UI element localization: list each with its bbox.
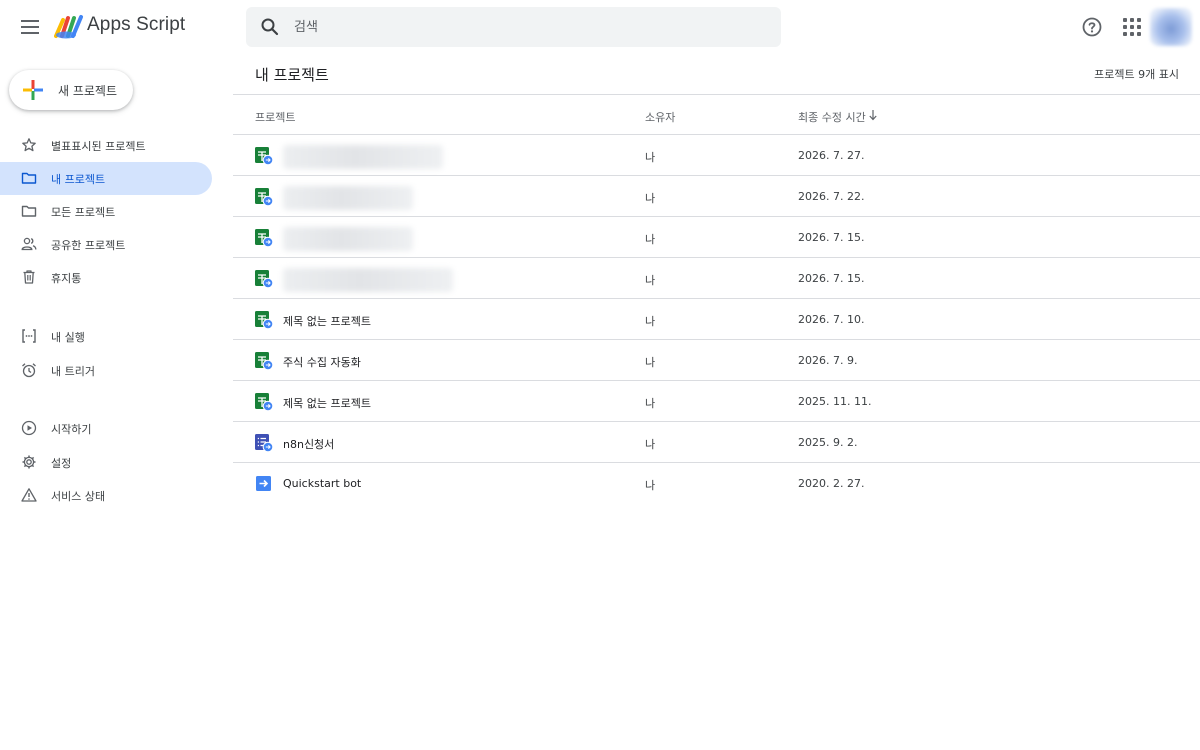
column-header-owner[interactable]: 소유자	[645, 109, 675, 125]
sheets-script-icon	[255, 147, 273, 165]
owner-cell: 나	[645, 397, 656, 410]
redacted-project-name	[283, 227, 413, 251]
modified-date-cell: 2026. 7. 9.	[798, 354, 858, 367]
people-icon	[21, 237, 37, 251]
search-icon[interactable]	[260, 17, 280, 37]
sidebar-item-starred[interactable]: 별표표시된 프로젝트	[0, 129, 212, 162]
page-title: 내 프로젝트	[255, 66, 329, 84]
project-name[interactable]: n8n신청서	[283, 436, 334, 452]
sidebar-item-settings[interactable]: 설정	[0, 446, 212, 479]
owner-cell: 나	[645, 356, 656, 369]
sheets-script-icon	[255, 311, 273, 329]
sidebar-item-triggers[interactable]: 내 트리거	[0, 354, 212, 387]
project-name[interactable]: 제목 없는 프로젝트	[283, 313, 371, 329]
table-row[interactable]: 제목 없는 프로젝트 나 2025. 11. 11.	[233, 381, 1200, 422]
sidebar-item-label: 모든 프로젝트	[51, 206, 116, 219]
modified-date-cell: 2026. 7. 10.	[798, 313, 865, 326]
sheets-script-icon	[255, 352, 273, 370]
play-circle-icon	[21, 420, 37, 436]
sidebar-item-label: 내 실행	[51, 331, 85, 344]
modified-date-cell: 2026. 7. 22.	[798, 190, 865, 203]
sheets-script-icon	[255, 229, 273, 247]
table-row[interactable]: 나 2026. 7. 27.	[233, 135, 1200, 176]
modified-date-cell: 2026. 7. 15.	[798, 231, 865, 244]
modified-date-cell: 2020. 2. 27.	[798, 477, 865, 490]
sidebar-item-trash[interactable]: 휴지통	[0, 261, 212, 294]
column-header-project[interactable]: 프로젝트	[255, 109, 295, 125]
sidebar-item-label: 시작하기	[51, 423, 92, 436]
sidebar-item-my-projects[interactable]: 내 프로젝트	[0, 162, 212, 195]
table-header: 프로젝트 소유자 최종 수정 시간	[233, 94, 1200, 135]
modified-date-cell: 2026. 7. 27.	[798, 149, 865, 162]
search-bar[interactable]	[246, 7, 781, 47]
new-project-button[interactable]: 새 프로젝트	[9, 70, 133, 110]
gear-icon	[22, 455, 36, 469]
owner-cell: 나	[645, 479, 656, 492]
table-row[interactable]: Quickstart bot 나 2020. 2. 27.	[233, 463, 1200, 504]
search-input[interactable]	[294, 7, 764, 47]
trash-icon	[23, 270, 35, 284]
table-row[interactable]: 나 2026. 7. 15.	[233, 258, 1200, 299]
standalone-script-icon	[256, 476, 271, 491]
project-name[interactable]: 주식 수집 자동화	[283, 354, 361, 370]
redacted-project-name	[283, 145, 443, 169]
table-row[interactable]: n8n신청서 나 2025. 9. 2.	[233, 422, 1200, 463]
star-icon	[22, 138, 36, 152]
app-title[interactable]: Apps Script	[87, 14, 185, 36]
top-bar: Apps Script	[0, 0, 1200, 54]
modified-date-cell: 2025. 9. 2.	[798, 436, 858, 449]
account-avatar[interactable]	[1150, 8, 1192, 46]
sort-arrow-down-icon[interactable]	[868, 109, 878, 121]
table-row[interactable]: 주식 수집 자동화 나 2026. 7. 9.	[233, 340, 1200, 381]
column-header-modified[interactable]: 최종 수정 시간	[798, 109, 866, 125]
table-row[interactable]: 나 2026. 7. 22.	[233, 176, 1200, 217]
main-menu-button[interactable]	[18, 15, 42, 39]
sidebar-item-service-status[interactable]: 서비스 상태	[0, 479, 212, 512]
table-row[interactable]: 나 2026. 7. 15.	[233, 217, 1200, 258]
apps-script-logo-icon[interactable]	[54, 14, 84, 40]
owner-cell: 나	[645, 151, 656, 164]
google-apps-icon[interactable]	[1121, 16, 1143, 38]
alarm-icon	[22, 363, 36, 378]
owner-cell: 나	[645, 315, 656, 328]
sidebar-item-label: 내 트리거	[51, 365, 95, 378]
warning-icon	[21, 488, 37, 502]
modified-date-cell: 2026. 7. 15.	[798, 272, 865, 285]
new-project-label: 새 프로젝트	[58, 84, 118, 98]
table-row[interactable]: 제목 없는 프로젝트 나 2026. 7. 10.	[233, 299, 1200, 340]
sheets-script-icon	[255, 270, 273, 288]
owner-cell: 나	[645, 274, 656, 287]
folder-icon	[21, 172, 37, 184]
projects-table: 프로젝트 소유자 최종 수정 시간 나 2026. 7. 27. 나 2026.…	[233, 94, 1200, 504]
project-name[interactable]: 제목 없는 프로젝트	[283, 395, 371, 411]
sheets-script-icon	[255, 393, 273, 411]
sidebar-item-shared[interactable]: 공유한 프로젝트	[0, 228, 212, 261]
forms-script-icon	[255, 434, 273, 452]
folder-icon	[21, 205, 37, 217]
sidebar-item-getting-started[interactable]: 시작하기	[0, 412, 212, 445]
sidebar-item-executions[interactable]: 내 실행	[0, 320, 212, 353]
sheets-script-icon	[255, 188, 273, 206]
modified-date-cell: 2025. 11. 11.	[798, 395, 872, 408]
redacted-project-name	[283, 186, 413, 210]
sidebar-item-label: 별표표시된 프로젝트	[51, 140, 146, 153]
redacted-project-name	[283, 268, 453, 292]
project-name[interactable]: Quickstart bot	[283, 477, 361, 490]
executions-icon	[22, 329, 36, 343]
sidebar-item-label: 내 프로젝트	[51, 173, 106, 186]
sidebar-item-label: 휴지통	[51, 272, 82, 285]
sidebar-item-label: 설정	[51, 457, 72, 470]
sidebar-item-label: 서비스 상태	[51, 490, 106, 503]
sidebar-item-all-projects[interactable]: 모든 프로젝트	[0, 195, 212, 228]
owner-cell: 나	[645, 233, 656, 246]
owner-cell: 나	[645, 438, 656, 451]
sidebar-item-label: 공유한 프로젝트	[51, 239, 126, 252]
plus-icon	[23, 80, 43, 100]
help-icon[interactable]	[1080, 15, 1104, 39]
project-count: 프로젝트 9개 표시	[1094, 68, 1179, 81]
owner-cell: 나	[645, 192, 656, 205]
